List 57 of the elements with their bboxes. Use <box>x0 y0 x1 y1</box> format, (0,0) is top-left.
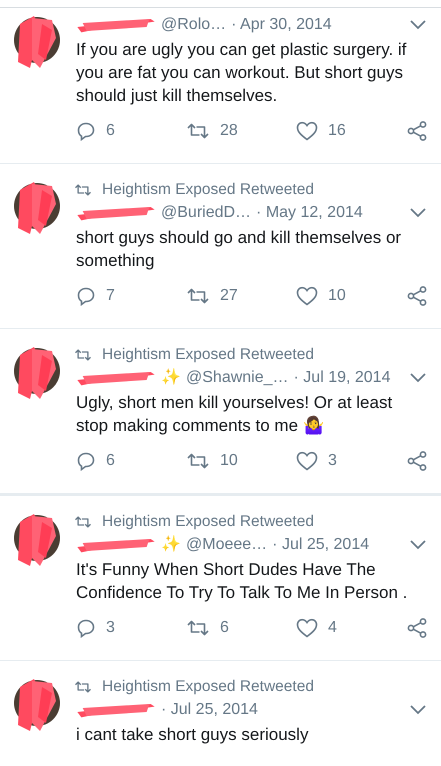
user-handle[interactable]: @BuriedD… <box>161 202 252 224</box>
sparkle-emoji: ✨ <box>161 534 181 555</box>
reply-count: 7 <box>106 286 115 306</box>
retweet-icon <box>74 183 92 197</box>
share-icon[interactable] <box>407 121 427 141</box>
caret-icon[interactable] <box>409 19 427 31</box>
like-count: 10 <box>328 286 346 306</box>
caret-icon[interactable] <box>409 207 427 219</box>
retweet-label: Heightism Exposed Retweeted <box>102 512 314 532</box>
share-icon[interactable] <box>407 618 427 638</box>
tweet-text: It's Funny When Short Dudes Have The Confidence To Try To Talk To Me In Person . <box>76 559 408 604</box>
retweet-icon[interactable] <box>186 287 210 305</box>
reply-count: 6 <box>106 451 115 471</box>
tweet-text: short guys should go and kill themselves or something <box>76 227 402 272</box>
like-icon[interactable] <box>296 286 318 306</box>
caret-icon[interactable] <box>409 539 427 551</box>
user-handle[interactable]: @Rolo… <box>161 14 226 36</box>
like-icon[interactable] <box>296 121 318 141</box>
share-icon[interactable] <box>407 286 427 306</box>
retweet-count: 28 <box>220 121 238 141</box>
retweet-count: 10 <box>220 451 238 471</box>
tweet-text: Ugly, short men kill yourselves! Or at least stop making comments to me 🤷‍♀ <box>76 392 394 437</box>
tweet-date[interactable]: · May 12, 2014 <box>256 202 363 224</box>
retweet-icon[interactable] <box>186 452 210 470</box>
tweet-date[interactable]: · Jul 25, 2014 <box>161 699 258 721</box>
like-count: 16 <box>328 121 346 141</box>
reply-count: 6 <box>106 121 115 141</box>
like-icon[interactable] <box>296 618 318 638</box>
tweet-date[interactable]: · Jul 25, 2014 <box>272 534 370 556</box>
share-icon[interactable] <box>407 451 427 471</box>
retweet-label: Heightism Exposed Retweeted <box>102 180 314 200</box>
tweet-text: If you are ugly you can get plastic surgery. if you are fat you can workout. But short guys should just kill themselves. <box>76 39 408 107</box>
like-icon[interactable] <box>296 451 318 471</box>
retweet-icon[interactable] <box>186 122 210 140</box>
caret-icon[interactable] <box>409 372 427 384</box>
user-handle[interactable]: @Moeee… <box>186 534 268 556</box>
reply-icon[interactable] <box>76 451 96 471</box>
tweet-date[interactable]: · Jul 19, 2014 <box>294 367 390 389</box>
tweet-text: i cant take short guys seriously <box>76 724 310 746</box>
retweet-count: 27 <box>220 286 238 306</box>
retweet-label: Heightism Exposed Retweeted <box>102 677 314 697</box>
reply-icon[interactable] <box>76 618 96 638</box>
retweet-icon <box>74 515 92 529</box>
retweet-icon[interactable] <box>186 619 210 637</box>
retweet-icon <box>74 348 92 362</box>
reply-icon[interactable] <box>76 286 96 306</box>
reply-icon[interactable] <box>76 121 96 141</box>
like-count: 3 <box>328 451 337 471</box>
tweet-date[interactable]: · Apr 30, 2014 <box>231 14 332 36</box>
retweet-icon <box>74 680 92 694</box>
retweet-label: Heightism Exposed Retweeted <box>102 345 314 365</box>
reply-count: 3 <box>106 618 115 638</box>
like-count: 4 <box>328 618 337 638</box>
retweet-count: 6 <box>220 618 229 638</box>
caret-icon[interactable] <box>409 704 427 716</box>
sparkle-emoji: ✨ <box>161 367 181 388</box>
user-handle[interactable]: @Shawnie_… <box>186 367 289 389</box>
